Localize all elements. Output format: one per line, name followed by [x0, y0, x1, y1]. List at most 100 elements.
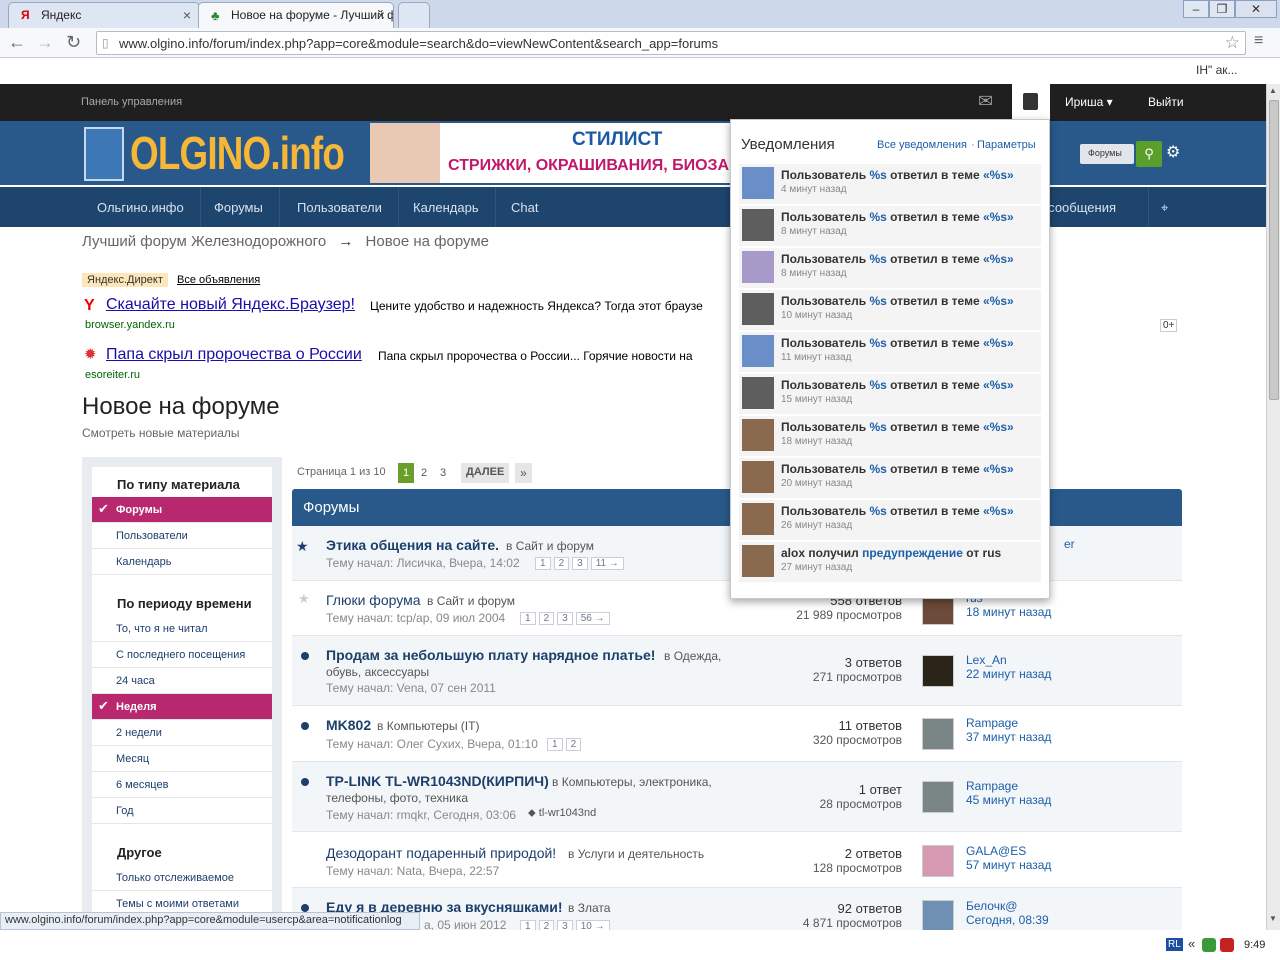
notification-item[interactable]: Пользователь %s ответил в теме «%s» 8 мин…	[739, 248, 1041, 288]
forward-icon[interactable]: →	[36, 32, 54, 53]
notification-item[interactable]: Пользователь %s ответил в теме «%s» 20 ми…	[739, 458, 1041, 498]
notification-item[interactable]: Пользователь %s ответил в теме «%s» 11 ми…	[739, 332, 1041, 372]
tray-app-icon[interactable]	[1202, 938, 1216, 952]
scroll-up-icon[interactable]: ▲	[1269, 86, 1279, 96]
topic-tag[interactable]: ⬥ tl-wr1043nd	[528, 807, 596, 820]
nav-chat[interactable]: Chat	[495, 187, 554, 227]
reload-icon[interactable]: ↻	[66, 32, 81, 53]
scroll-thumb[interactable]	[1269, 100, 1279, 400]
next-page-button[interactable]: ДАЛЕЕ	[461, 463, 510, 483]
menu-icon[interactable]: ≡	[1254, 32, 1263, 50]
status-bar: www.olgino.info/forum/index.php?app=core…	[0, 912, 420, 930]
notification-item[interactable]: Пользователь %s ответил в теме «%s» 15 ми…	[739, 374, 1041, 414]
logout-link[interactable]: Выйти	[1148, 95, 1184, 109]
avatar[interactable]	[922, 718, 954, 750]
ad-title[interactable]: Скачайте новый Яндекс.Браузер!	[106, 296, 355, 314]
table-row[interactable]: Продам за небольшую плату нарядное плать…	[292, 636, 1182, 706]
page-icon: ▯	[102, 36, 109, 50]
avatar	[742, 335, 774, 367]
notification-item[interactable]: alox получил предупреждение от rus 27 мин…	[739, 542, 1041, 582]
maximize-button[interactable]: ❐	[1209, 0, 1235, 18]
search-scope[interactable]: Форумы	[1080, 144, 1134, 164]
tab-yandex[interactable]: Я Яндекс ×	[8, 2, 200, 28]
filter-2weeks[interactable]: 2 недели	[92, 720, 272, 746]
back-icon[interactable]: ←	[8, 32, 26, 53]
page-1[interactable]: 1	[398, 463, 414, 483]
page-2[interactable]: 2	[421, 467, 427, 479]
filter-year[interactable]: Год	[92, 798, 272, 824]
ad-title[interactable]: Папа скрыл пророчества о России	[106, 346, 362, 364]
notifications-button[interactable]	[1012, 84, 1050, 121]
tray-expand-icon[interactable]: «	[1188, 936, 1195, 951]
notification-text: Пользователь %s ответил в теме «%s»	[781, 252, 1014, 266]
address-bar[interactable]: ▯ www.olgino.info/forum/index.php?app=co…	[96, 31, 1246, 55]
gear-icon[interactable]: ⚙	[1166, 142, 1180, 162]
notification-item[interactable]: Пользователь %s ответил в теме «%s» 10 ми…	[739, 290, 1041, 330]
avatar[interactable]	[922, 655, 954, 687]
location-icon[interactable]: ⌖	[1148, 187, 1180, 227]
table-row[interactable]: TP-LINK TL-WR1043ND(КИРПИЧ) в Компьютеры…	[292, 762, 1182, 832]
filter-forums[interactable]: ✔ Форумы	[92, 497, 272, 523]
notification-item[interactable]: Пользователь %s ответил в теме «%s» 18 ми…	[739, 416, 1041, 456]
star-icon[interactable]: ☆	[1225, 33, 1240, 53]
filter-followed[interactable]: Только отслеживаемое	[92, 865, 272, 891]
notification-text: Пользователь %s ответил в теме «%s»	[781, 210, 1014, 224]
yandex-icon: Я	[21, 8, 30, 22]
table-row[interactable]: Дезодорант подаренный природой! в Услуги…	[292, 832, 1182, 888]
page-scrollbar[interactable]: ▲ ▼	[1266, 84, 1280, 930]
site-logo[interactable]: OLGINO.info	[130, 126, 345, 180]
user-menu[interactable]: Ириша ▾	[1065, 95, 1113, 109]
stylist-banner[interactable]: СТИЛИСТ СТРИЖКИ, ОКРАШИВАНИЯ, БИОЗА	[370, 123, 730, 183]
all-notifications-link[interactable]: Все уведомления	[877, 139, 967, 151]
star-icon[interactable]: ★	[296, 538, 309, 555]
breadcrumb-root[interactable]: Лучший форум Железнодорожного	[82, 233, 326, 250]
topic-pages: 1 2 3 56 →	[517, 610, 610, 625]
filter-users[interactable]: Пользователи	[92, 523, 272, 549]
page-info: Страница 1 из 10	[297, 466, 386, 478]
scroll-down-icon[interactable]: ▼	[1269, 914, 1279, 924]
all-ads-link[interactable]: Все объявления	[177, 274, 260, 286]
nav-olgino[interactable]: Ольгино.инфо	[81, 187, 201, 227]
filter-unread[interactable]: То, что я не читал	[92, 616, 272, 642]
notification-item[interactable]: Пользователь %s ответил в теме «%s» 26 ми…	[739, 500, 1041, 540]
filter-24h[interactable]: 24 часа	[92, 668, 272, 694]
notifications-dropdown: Уведомления Все уведомления · Параметры …	[730, 119, 1050, 599]
notification-item[interactable]: Пользователь %s ответил в теме «%s» 4 мин…	[739, 164, 1041, 204]
antivirus-icon[interactable]	[1220, 938, 1234, 952]
tag-icon: ⬥	[528, 807, 539, 819]
page-3[interactable]: 3	[440, 467, 446, 479]
table-row[interactable]: Еду я в деревню за вкусняшками! в Злата …	[292, 888, 1182, 933]
notification-item[interactable]: Пользователь %s ответил в теме «%s» 8 мин…	[739, 206, 1041, 246]
tab-forum[interactable]: ♣ Новое на форуме - Лучший ф ×	[198, 2, 394, 28]
filter-since-visit[interactable]: С последнего посещения	[92, 642, 272, 668]
avatar[interactable]	[922, 781, 954, 813]
star-icon[interactable]: ★	[298, 591, 310, 607]
control-panel-link[interactable]: Панель управления	[81, 96, 182, 108]
filter-week[interactable]: ✔ Неделя	[92, 694, 272, 720]
filter-calendar[interactable]: Календарь	[92, 549, 272, 575]
avatar[interactable]	[922, 845, 954, 877]
nav-forums[interactable]: Форумы	[198, 187, 280, 227]
last-page-button[interactable]: »	[515, 463, 532, 483]
close-tab-icon[interactable]: ×	[377, 7, 385, 23]
avatar[interactable]	[922, 900, 954, 932]
close-window-button[interactable]: ✕	[1235, 0, 1277, 18]
age-badge: 0+	[1160, 319, 1178, 332]
close-tab-icon[interactable]: ×	[183, 7, 191, 23]
yandex-browser-icon: Y	[84, 297, 95, 314]
banner-face-image	[370, 123, 440, 183]
filter-month[interactable]: Месяц	[92, 746, 272, 772]
yandex-direct-label[interactable]: Яндекс.Директ	[82, 273, 168, 287]
minimize-button[interactable]: –	[1183, 0, 1209, 18]
search-icon[interactable]: ⚲	[1136, 141, 1162, 167]
page-title: Новое на форуме	[82, 393, 280, 420]
nav-users[interactable]: Пользователи	[281, 187, 399, 227]
filter-6months[interactable]: 6 месяцев	[92, 772, 272, 798]
avatar	[742, 251, 774, 283]
mail-icon[interactable]: ✉	[978, 91, 993, 112]
table-row[interactable]: MK802 в Компьютеры (IT) Тему начал: Олег…	[292, 706, 1182, 762]
new-tab-button[interactable]	[398, 2, 430, 28]
notification-settings-link[interactable]: Параметры	[977, 139, 1036, 151]
nav-calendar[interactable]: Календарь	[397, 187, 496, 227]
language-indicator[interactable]: RL	[1166, 938, 1183, 951]
